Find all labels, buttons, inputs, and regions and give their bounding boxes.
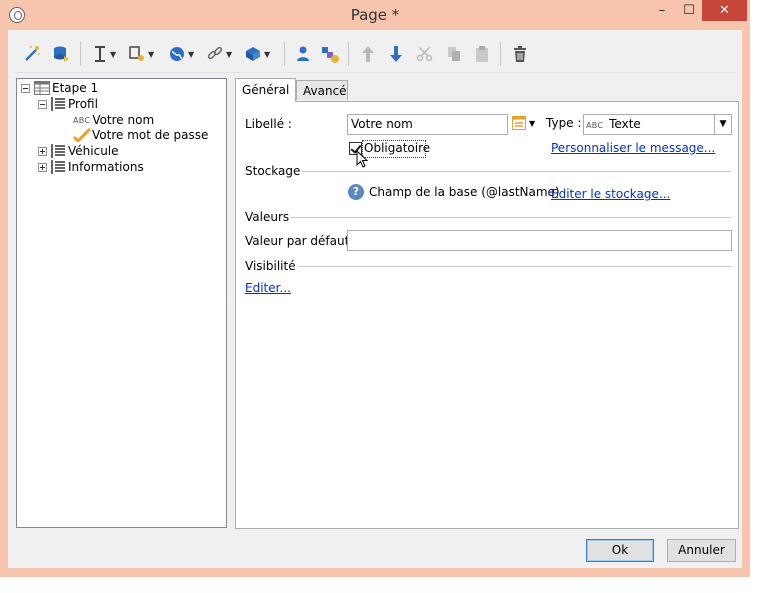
tree-item-mot-de-passe[interactable]: Votre mot de passe (73, 128, 208, 142)
page-tree[interactable]: Etape 1 Profil ABC Votre nom Votre mot d… (16, 78, 227, 528)
personnaliser-message-link[interactable]: Personnaliser le message... (551, 141, 715, 155)
toolbar: ▼ ▼ ▼ ▼ ▼ (14, 36, 736, 73)
expand-toggle[interactable] (38, 146, 47, 156)
container-box-icon[interactable]: ▼ (244, 44, 270, 64)
paste-icon[interactable] (474, 44, 490, 64)
insert-text-icon[interactable]: ▼ (92, 44, 116, 64)
collapse-toggle[interactable] (21, 83, 30, 93)
list-icon (51, 97, 65, 111)
tree-item-profil[interactable]: Profil (38, 97, 98, 111)
storage-field-text: Champ de la base (@lastName) (369, 185, 560, 199)
type-select-value: Texte (609, 117, 641, 131)
table-icon (34, 81, 50, 95)
user-icon[interactable] (294, 44, 312, 64)
minimize-button[interactable]: – (649, 0, 675, 21)
editer-stockage-link[interactable]: Editer le stockage... (551, 187, 670, 201)
type-label: Type : (546, 116, 582, 130)
move-up-icon[interactable] (360, 44, 376, 64)
libelle-input[interactable]: Votre nom (347, 114, 508, 135)
section-stockage: Stockage (245, 164, 731, 178)
tab-avance[interactable]: Avancé (296, 80, 348, 100)
abc-text-icon: ABC (586, 121, 604, 130)
title-bar[interactable]: Page * – ☐ ✕ (0, 0, 750, 30)
chevron-down-icon[interactable]: ▼ (714, 115, 731, 134)
general-panel: Libellé : Votre nom ▼ Type : ABC Texte ▼… (235, 101, 739, 529)
database-link-icon[interactable] (52, 44, 72, 64)
abc-text-icon: ABC (73, 115, 91, 125)
text-edit-icon (512, 116, 526, 130)
window-title: Page * (350, 6, 400, 24)
type-select[interactable]: ABC Texte ▼ (583, 114, 732, 135)
annuler-button[interactable]: Annuler (667, 539, 736, 562)
list-icon (51, 144, 65, 158)
list-icon (51, 160, 65, 174)
close-button[interactable]: ✕ (702, 0, 747, 21)
move-down-icon[interactable] (388, 44, 404, 64)
chevron-down-icon: ▼ (529, 118, 536, 128)
obligatoire-label[interactable]: Obligatoire (364, 141, 430, 155)
dialog-window: Page * – ☐ ✕ ▼ ▼ ▼ ▼ ▼ Etape 1 Profil AB… (0, 0, 750, 577)
libelle-label: Libellé : (245, 117, 292, 131)
valeur-defaut-label: Valeur par défaut : (245, 234, 358, 248)
collapse-toggle[interactable] (38, 99, 47, 109)
valeur-defaut-input[interactable] (347, 230, 732, 251)
add-object-icon[interactable] (320, 44, 340, 64)
insert-control-icon[interactable]: ▼ (128, 44, 154, 64)
delete-icon[interactable] (512, 44, 528, 64)
tree-item-votre-nom[interactable]: ABC Votre nom (73, 113, 155, 127)
expand-toggle[interactable] (38, 162, 47, 172)
maximize-button[interactable]: ☐ (676, 0, 702, 21)
tree-item-vehicule[interactable]: Véhicule (38, 144, 119, 158)
cut-icon[interactable] (416, 44, 434, 64)
wizard-wand-icon[interactable] (22, 44, 42, 64)
dialog-client: ▼ ▼ ▼ ▼ ▼ Etape 1 Profil ABC Votre nom V… (8, 30, 742, 568)
link-icon[interactable]: ▼ (206, 44, 232, 64)
tree-item-informations[interactable]: Informations (38, 160, 144, 174)
editer-visibilite-link[interactable]: Editer... (245, 281, 291, 295)
help-icon: ? (348, 184, 364, 200)
globe-icon[interactable]: ▼ (168, 44, 194, 64)
password-check-icon (73, 128, 91, 142)
section-visibilite: Visibilité (245, 259, 731, 273)
libelle-edit-button[interactable]: ▼ (512, 116, 535, 130)
ok-button[interactable]: Ok (586, 539, 654, 562)
section-valeurs: Valeurs (245, 210, 731, 224)
copy-icon[interactable] (446, 44, 462, 64)
tab-general[interactable]: Général (235, 78, 296, 102)
tree-item-etape[interactable]: Etape 1 (21, 81, 98, 95)
